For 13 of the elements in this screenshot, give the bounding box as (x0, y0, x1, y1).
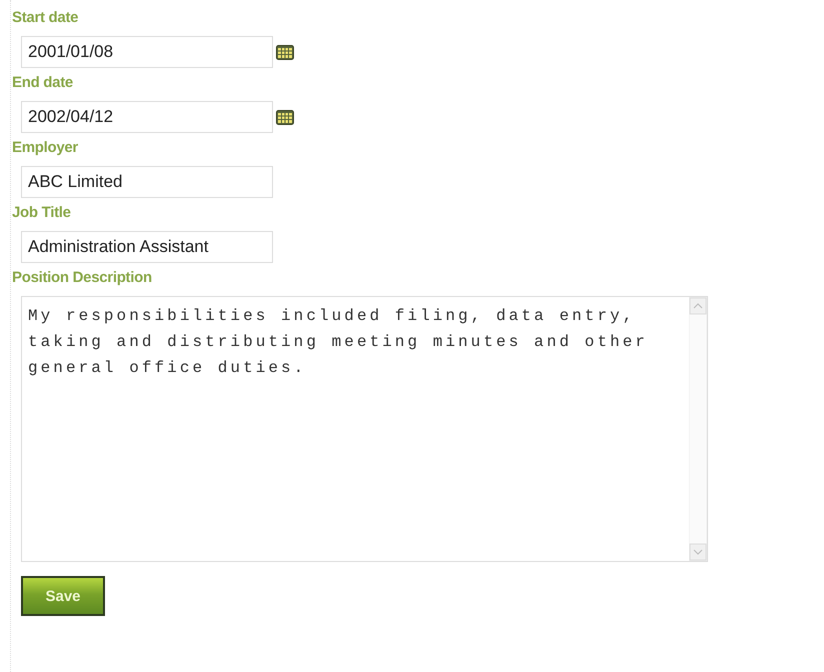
calendar-icon[interactable] (276, 44, 294, 60)
field-label: Position Description (12, 268, 152, 288)
calendar-icon[interactable] (276, 110, 294, 124)
field-label: End date (12, 73, 73, 93)
date-field[interactable]: 2001/01/08 (21, 36, 273, 68)
field-label: Employer (12, 138, 78, 158)
field-label: Job Title (12, 203, 71, 223)
input-field[interactable]: Administration Assistant (21, 231, 273, 263)
date-field[interactable]: 2002/04/12 (21, 101, 273, 133)
scrollbar-drawing[interactable] (689, 297, 707, 561)
textarea-field[interactable]: My responsibilities included filing, data entry, taking and distributing meeting minutes and other general office duties. (21, 296, 708, 562)
field-label: Start date (12, 8, 78, 28)
input-field[interactable]: ABC Limited (21, 166, 273, 198)
